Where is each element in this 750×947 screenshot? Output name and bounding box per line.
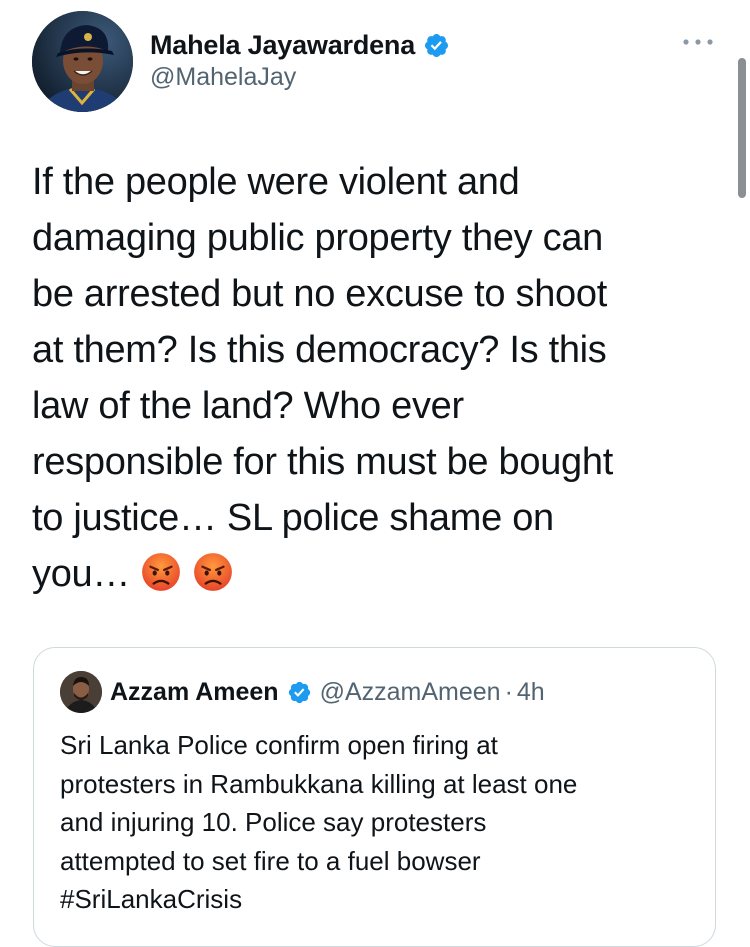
quoted-tweet-card[interactable]: Azzam Ameen @AzzamAmeen · 4h Sri Lanka P… [33, 647, 716, 947]
verified-badge-icon [288, 681, 310, 703]
verified-badge-icon [425, 33, 449, 57]
tweet-text: If the people were violent and damaging … [32, 154, 722, 602]
tweet-text-content: If the people were violent and damaging … [32, 161, 613, 595]
more-options-button[interactable] [680, 30, 716, 54]
author-avatar[interactable] [32, 11, 133, 112]
author-name-row[interactable]: Mahela Jayawardena [150, 26, 450, 64]
quoted-author-avatar-image [60, 671, 102, 713]
angry-face-emoji [194, 553, 232, 591]
quoted-author-avatar[interactable] [60, 671, 102, 713]
author-handle[interactable]: @MahelaJay [150, 63, 296, 92]
quoted-tweet-text: Sri Lanka Police confirm open firing at … [60, 730, 578, 914]
scrollbar-thumb[interactable] [738, 58, 746, 198]
quoted-tweet-timestamp[interactable]: 4h [517, 678, 545, 707]
quoted-tweet-header: Azzam Ameen @AzzamAmeen · 4h [60, 670, 545, 714]
scrollbar[interactable] [738, 0, 750, 938]
quoted-header-separator: · [504, 677, 513, 706]
quoted-author-display-name[interactable]: Azzam Ameen [110, 678, 279, 707]
author-avatar-image [32, 11, 133, 112]
author-display-name[interactable]: Mahela Jayawardena [150, 30, 415, 61]
more-horizontal-icon [683, 39, 713, 45]
angry-face-emoji [142, 553, 180, 591]
quoted-author-handle[interactable]: @AzzamAmeen [320, 678, 501, 707]
